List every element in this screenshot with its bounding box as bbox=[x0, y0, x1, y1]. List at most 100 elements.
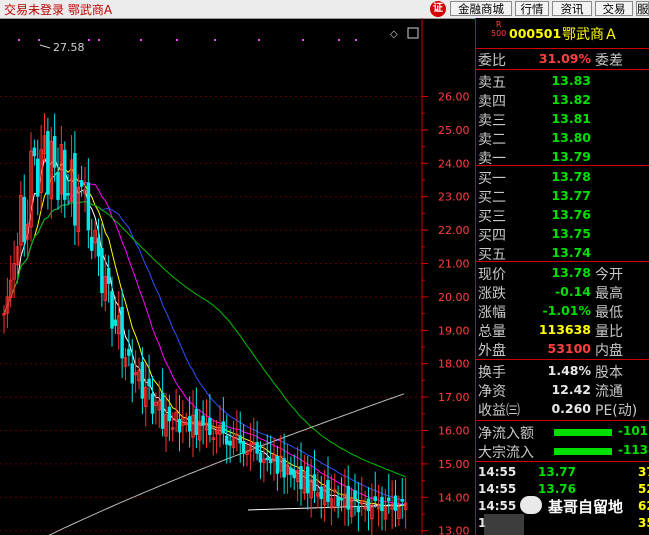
candle-body bbox=[312, 474, 317, 491]
bid-row: 买五 13.74 bbox=[476, 243, 649, 263]
ask-row-label: 卖五 bbox=[478, 75, 506, 91]
kline-chart[interactable]: 26.00 25.00 24.00 23.00 22.00 21.00 20.00 19.00… bbox=[0, 18, 475, 535]
candle-body bbox=[339, 498, 344, 501]
bid-row-value: 13.75 bbox=[551, 226, 591, 241]
fund-row-label2: PE(动) bbox=[595, 403, 638, 419]
ma-line bbox=[3, 201, 406, 478]
candle-body bbox=[86, 182, 91, 231]
watermark-text: 基哥自留地 bbox=[548, 498, 624, 516]
tick-row: 14:55 13.77 37 bbox=[476, 464, 649, 481]
flow-value: -1011 bbox=[618, 424, 649, 438]
news-button[interactable]: 资讯 bbox=[552, 1, 592, 16]
event-dot bbox=[98, 39, 100, 41]
ask-row-label: 卖一 bbox=[478, 151, 506, 167]
high-price-label: 27.58 bbox=[53, 41, 85, 54]
stat-row-value: 53100 bbox=[547, 341, 592, 356]
candle-body bbox=[194, 408, 199, 435]
trade-button[interactable]: 交易 bbox=[595, 1, 633, 16]
bid-row-label: 买三 bbox=[478, 209, 506, 225]
candle-body bbox=[96, 237, 101, 257]
ask-row-value: 13.82 bbox=[551, 92, 591, 107]
candle-body bbox=[167, 406, 172, 422]
candle-body bbox=[380, 496, 384, 512]
stat-row-value: -1.01% bbox=[542, 303, 591, 318]
candle-body bbox=[32, 147, 37, 157]
candle-body bbox=[346, 485, 351, 510]
login-status[interactable]: 交易未登录 鄂武商A bbox=[4, 1, 112, 18]
kline-svg[interactable]: 26.00 25.00 24.00 23.00 22.00 21.00 20.00 19.00… bbox=[0, 18, 475, 535]
fund-row-label2: 股本 bbox=[595, 365, 623, 381]
ask-row: 卖三 13.81 bbox=[476, 109, 649, 129]
event-dot bbox=[176, 39, 178, 41]
weibi-row: 委比 31.09% 委差 bbox=[476, 49, 649, 69]
candle-body bbox=[89, 236, 94, 251]
bid-row-value: 13.78 bbox=[551, 169, 591, 184]
candle-body bbox=[22, 196, 27, 242]
market-button[interactable]: 行情 bbox=[515, 1, 549, 16]
bid-row: 买三 13.76 bbox=[476, 205, 649, 225]
candle-body bbox=[120, 306, 124, 359]
candle-body bbox=[140, 361, 145, 399]
ask-row-value: 13.83 bbox=[551, 73, 591, 88]
y-tick-label: 19.00 bbox=[438, 324, 470, 337]
flow-bar bbox=[554, 429, 612, 436]
ask-row: 卖五 13.83 bbox=[476, 71, 649, 91]
service-button[interactable]: 服 bbox=[636, 1, 649, 16]
event-dot bbox=[258, 39, 260, 41]
flow-row: 大宗流入 -1138 bbox=[476, 441, 649, 461]
bid-row-label: 买四 bbox=[478, 228, 506, 244]
candle-body bbox=[275, 456, 280, 474]
candle-body bbox=[289, 467, 293, 475]
stat-row-value: -0.14 bbox=[554, 284, 591, 299]
event-dot bbox=[338, 39, 340, 41]
ask-row: 卖四 13.82 bbox=[476, 90, 649, 110]
tick-price: 13.77 bbox=[538, 465, 576, 479]
event-dot bbox=[140, 39, 142, 41]
y-tick-label: 23.00 bbox=[438, 191, 470, 204]
candle-body bbox=[336, 496, 340, 507]
top-toolbar: 交易未登录 鄂武商A 证 金融商城 行情 资讯 交易 服 bbox=[0, 0, 649, 19]
candle-body bbox=[106, 267, 111, 284]
candle-body bbox=[238, 435, 242, 444]
tick-time: 14:55 bbox=[478, 499, 517, 513]
event-dot bbox=[355, 39, 357, 41]
y-tick-label: 24.00 bbox=[438, 157, 470, 170]
stock-code[interactable]: 000501 bbox=[509, 26, 561, 41]
candle-body bbox=[268, 459, 273, 464]
bid-row-value: 13.76 bbox=[551, 207, 591, 222]
ask-row-label: 卖四 bbox=[478, 94, 506, 110]
fund-row-value: 12.42 bbox=[551, 382, 591, 397]
bid-row-value: 13.77 bbox=[551, 188, 591, 203]
event-dot bbox=[38, 39, 40, 41]
candle-body bbox=[373, 496, 378, 502]
candle-body bbox=[160, 392, 165, 429]
stat-row-label: 现价 bbox=[478, 267, 506, 283]
ma-line-long bbox=[48, 393, 405, 535]
ask-row-label: 卖三 bbox=[478, 113, 506, 129]
candlesticks bbox=[2, 113, 408, 535]
candle-body bbox=[366, 498, 371, 512]
bid-row-label: 买五 bbox=[478, 247, 506, 263]
finance-mall-button[interactable]: 金融商城 bbox=[450, 1, 512, 16]
stat-row-label2: 今开 bbox=[595, 267, 623, 283]
stock-name[interactable]: 鄂武商Ａ bbox=[562, 24, 618, 44]
stat-row-label: 涨幅 bbox=[478, 305, 506, 321]
stat-row-label: 外盘 bbox=[478, 343, 506, 359]
y-tick-label: 16.00 bbox=[438, 425, 470, 438]
candle-body bbox=[306, 466, 310, 494]
y-tick-label: 26.00 bbox=[438, 91, 470, 104]
rights-flag: R 500 bbox=[491, 20, 507, 38]
broker-logo-icon[interactable]: 证 bbox=[430, 1, 446, 17]
flow-bar bbox=[554, 448, 612, 455]
quote-panel: R 500 000501 鄂武商Ａ 委比 31.09% 委差 卖五 13.83 卖四 1… bbox=[475, 18, 649, 535]
weicha-label: 委差 bbox=[595, 53, 623, 69]
candle-body bbox=[241, 440, 246, 454]
bid-row: 买一 13.78 bbox=[476, 167, 649, 187]
stat-row: 外盘 53100 内盘 bbox=[476, 339, 649, 359]
candle-body bbox=[228, 440, 232, 446]
flow-label: 大宗流入 bbox=[478, 445, 534, 461]
wechat-icon bbox=[520, 496, 542, 514]
candle-body bbox=[63, 149, 67, 200]
ma-line bbox=[3, 162, 406, 507]
stat-row-label2: 最低 bbox=[595, 305, 623, 321]
